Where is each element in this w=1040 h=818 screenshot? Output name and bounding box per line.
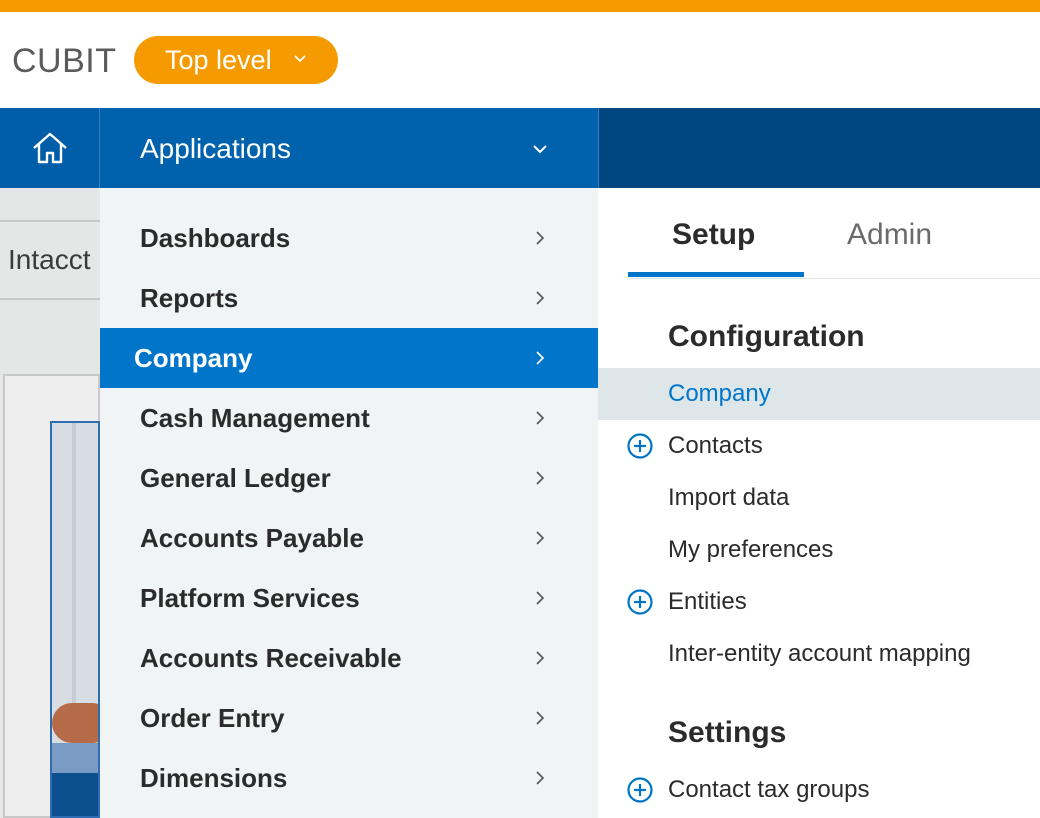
- menu-item-company[interactable]: Company: [100, 328, 598, 388]
- background-divider: [0, 220, 100, 222]
- submenu-item-label: Contact tax groups: [668, 776, 870, 803]
- menu-item-label: Accounts Payable: [140, 523, 364, 553]
- add-circle-icon[interactable]: [627, 589, 653, 615]
- menu-item-dimensions[interactable]: Dimensions: [100, 748, 598, 808]
- tab-admin[interactable]: Admin: [847, 218, 932, 252]
- applications-label: Applications: [140, 133, 291, 164]
- submenu-item-contacts[interactable]: Contacts: [598, 420, 1040, 472]
- active-tab-indicator: [628, 272, 804, 277]
- tab-setup[interactable]: Setup: [672, 218, 755, 252]
- company-name: CUBIT: [12, 42, 117, 80]
- menu-item-label: Company: [134, 343, 253, 373]
- menu-item-label: Platform Services: [140, 583, 360, 613]
- background-divider: [0, 298, 100, 300]
- chevron-right-icon: [536, 711, 545, 725]
- chevron-right-icon: [536, 291, 545, 305]
- submenu-item-label: Contacts: [668, 432, 763, 459]
- company-submenu: Setup Admin Configuration Company Contac…: [598, 188, 1040, 818]
- chevron-right-icon: [536, 531, 545, 545]
- menu-item-label: Cash Management: [140, 403, 370, 433]
- top-accent-bar: [0, 0, 1040, 12]
- submenu-item-entities[interactable]: Entities: [598, 576, 1040, 628]
- home-button[interactable]: [0, 108, 99, 188]
- submenu-item-company[interactable]: Company: [598, 368, 1040, 420]
- chevron-right-icon: [536, 591, 545, 605]
- menu-item-label: Reports: [140, 283, 239, 313]
- submenu-item-contact-tax-groups[interactable]: Contact tax groups: [598, 764, 1040, 816]
- submenu-item-label: My preferences: [668, 536, 834, 563]
- menu-item-platform-services[interactable]: Platform Services: [100, 568, 598, 628]
- menu-item-accounts-payable[interactable]: Accounts Payable: [100, 508, 598, 568]
- tab-baseline: [628, 278, 1040, 279]
- menu-item-cash-management[interactable]: Cash Management: [100, 388, 598, 448]
- menu-item-label: Order Entry: [140, 703, 285, 733]
- chevron-down-icon: [294, 55, 306, 63]
- add-circle-icon[interactable]: [627, 433, 653, 459]
- submenu-item-label: Import data: [668, 484, 790, 511]
- chevron-down-icon: [533, 145, 547, 154]
- background-page: Intacct: [0, 188, 100, 818]
- chevron-right-icon: [536, 771, 545, 785]
- section-heading-configuration: Configuration: [668, 320, 865, 353]
- menu-item-order-entry[interactable]: Order Entry: [100, 688, 598, 748]
- menu-item-label: General Ledger: [140, 463, 331, 493]
- submenu-item-inter-entity-account-mapping[interactable]: Inter-entity account mapping: [598, 628, 1040, 680]
- top-navbar: Applications: [0, 108, 1040, 188]
- menu-item-label: Dimensions: [140, 763, 288, 793]
- background-illustration: [50, 421, 100, 818]
- chevron-right-icon: [536, 351, 545, 365]
- home-icon: [32, 132, 67, 164]
- submenu-item-my-preferences[interactable]: My preferences: [598, 524, 1040, 576]
- level-selector-button[interactable]: Top level: [134, 36, 338, 84]
- applications-menu: Dashboards Reports Company Cash Manageme…: [100, 188, 598, 818]
- submenu-item-import-data[interactable]: Import data: [598, 472, 1040, 524]
- submenu-item-label: Inter-entity account mapping: [668, 640, 971, 667]
- submenu-item-label: Entities: [668, 588, 747, 615]
- background-tab-label: Intacct: [8, 244, 91, 275]
- header: CUBIT Top level: [0, 12, 1040, 108]
- menu-item-reports[interactable]: Reports: [100, 268, 598, 328]
- submenu-item-label: Company: [668, 380, 771, 407]
- chevron-right-icon: [536, 471, 545, 485]
- menu-item-accounts-receivable[interactable]: Accounts Receivable: [100, 628, 598, 688]
- menu-item-general-ledger[interactable]: General Ledger: [100, 448, 598, 508]
- applications-menu-button[interactable]: Applications: [100, 108, 598, 188]
- chevron-right-icon: [536, 651, 545, 665]
- chevron-right-icon: [536, 411, 545, 425]
- menu-item-label: Dashboards: [140, 223, 291, 253]
- chevron-right-icon: [536, 231, 545, 245]
- nav-divider: [598, 108, 599, 188]
- add-circle-icon[interactable]: [627, 777, 653, 803]
- menu-item-dashboards[interactable]: Dashboards: [100, 208, 598, 268]
- menu-item-label: Accounts Receivable: [140, 643, 402, 673]
- section-heading-settings: Settings: [668, 716, 787, 749]
- level-selector-label: Top level: [165, 44, 272, 75]
